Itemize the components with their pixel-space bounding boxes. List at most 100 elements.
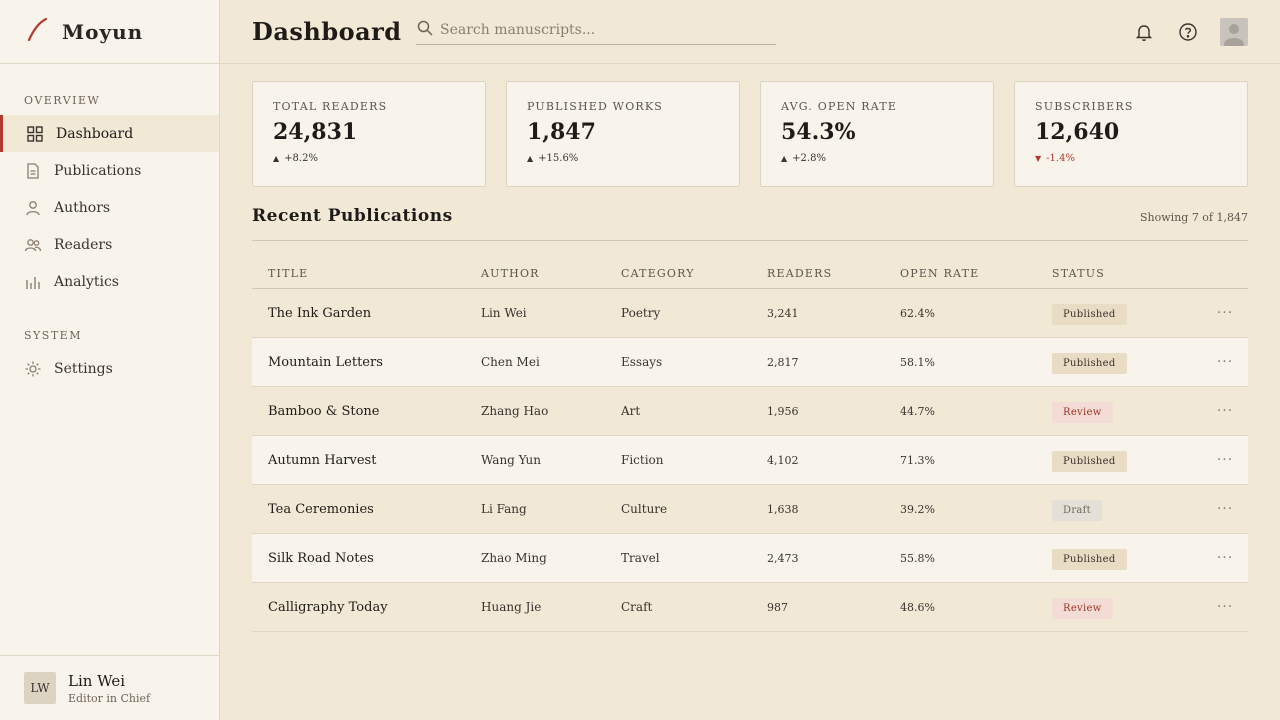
cell-category: Culture xyxy=(621,502,668,516)
status-badge: Draft xyxy=(1052,499,1102,521)
search-input[interactable] xyxy=(440,22,760,38)
publications-table: TITLE AUTHOR CATEGORY READERS OPEN RATE … xyxy=(252,258,1248,632)
column-header-category[interactable]: CATEGORY xyxy=(621,267,767,280)
sidebar-item-label: Analytics xyxy=(54,273,119,290)
column-header-author[interactable]: AUTHOR xyxy=(481,267,621,280)
trend-up-icon: ▲ xyxy=(527,154,534,163)
cell-category: Art xyxy=(621,404,641,418)
stat-value: 1,847 xyxy=(527,119,596,145)
nav-section-system: SYSTEM xyxy=(24,329,82,342)
stat-change: ▲ +8.2% xyxy=(273,153,318,164)
cell-category: Fiction xyxy=(621,453,664,467)
status-badge: Published xyxy=(1052,548,1127,570)
cell-open-rate: 71.3% xyxy=(900,453,935,467)
bar-chart-icon xyxy=(24,273,42,291)
stat-value: 24,831 xyxy=(273,119,358,145)
stat-card-subscribers: SUBSCRIBERS 12,640 ▼ -1.4% xyxy=(1014,81,1248,187)
status-badge: Published xyxy=(1052,450,1127,472)
cell-author: Chen Mei xyxy=(481,355,540,369)
help-icon[interactable] xyxy=(1177,21,1199,43)
page-title: Dashboard xyxy=(252,17,402,46)
sidebar-item-label: Settings xyxy=(54,360,113,377)
table-row[interactable]: Autumn Harvest Wang Yun Fiction 4,102 71.3% P… xyxy=(252,436,1248,485)
table-row[interactable]: Calligraphy Today Huang Jie Craft 987 48.6% R… xyxy=(252,583,1248,632)
cell-category: Travel xyxy=(621,551,660,565)
user-profile[interactable]: LW Lin Wei Editor in Chief xyxy=(0,655,219,720)
more-options-icon[interactable]: ··· xyxy=(1217,305,1233,321)
table-row[interactable]: Bamboo & Stone Zhang Hao Art 1,956 44.7% Revi… xyxy=(252,387,1248,436)
cell-readers: 1,638 xyxy=(767,502,799,516)
trend-up-icon: ▲ xyxy=(781,154,788,163)
more-options-icon[interactable]: ··· xyxy=(1217,452,1233,468)
cell-author: Li Fang xyxy=(481,502,527,516)
more-options-icon[interactable]: ··· xyxy=(1217,599,1233,615)
stat-value: 12,640 xyxy=(1035,119,1120,145)
status-badge: Published xyxy=(1052,352,1127,374)
cell-category: Poetry xyxy=(621,306,661,320)
cell-open-rate: 44.7% xyxy=(900,404,935,418)
table-row[interactable]: Tea Ceremonies Li Fang Culture 1,638 39.2% Dr… xyxy=(252,485,1248,534)
status-badge: Review xyxy=(1052,597,1113,619)
more-options-icon[interactable]: ··· xyxy=(1217,403,1233,419)
sidebar-item-publications[interactable]: Publications xyxy=(0,152,219,189)
column-header-title[interactable]: TITLE xyxy=(252,267,481,280)
search-bar xyxy=(416,16,776,45)
bell-icon[interactable] xyxy=(1133,21,1155,43)
avatar[interactable] xyxy=(1220,18,1248,46)
cell-title[interactable]: Tea Ceremonies xyxy=(252,502,481,517)
stat-label: TOTAL READERS xyxy=(273,100,388,113)
status-badge: Published xyxy=(1052,303,1127,325)
cell-title[interactable]: Bamboo & Stone xyxy=(252,404,481,419)
column-header-status[interactable]: STATUS xyxy=(1052,267,1202,280)
section-title: Recent Publications xyxy=(252,206,453,226)
cell-title[interactable]: Mountain Letters xyxy=(252,355,481,370)
avatar: LW xyxy=(24,672,56,704)
cell-title[interactable]: Autumn Harvest xyxy=(252,453,481,468)
cell-title[interactable]: Calligraphy Today xyxy=(252,600,481,615)
stat-change: ▲ +15.6% xyxy=(527,153,579,164)
cell-readers: 2,473 xyxy=(767,551,799,565)
cell-author: Lin Wei xyxy=(481,306,527,320)
column-header-open-rate[interactable]: OPEN RATE xyxy=(900,267,1052,280)
table-row[interactable]: Silk Road Notes Zhao Ming Travel 2,473 55.8%… xyxy=(252,534,1248,583)
user-role: Editor in Chief xyxy=(68,691,151,705)
sidebar-item-dashboard[interactable]: Dashboard xyxy=(0,115,219,152)
sidebar-item-label: Readers xyxy=(54,236,113,253)
trend-up-icon: ▲ xyxy=(273,154,280,163)
cell-category: Craft xyxy=(621,600,653,614)
grid-icon xyxy=(26,125,44,143)
cell-title[interactable]: The Ink Garden xyxy=(252,306,481,321)
trend-down-icon: ▼ xyxy=(1035,154,1042,163)
more-options-icon[interactable]: ··· xyxy=(1217,550,1233,566)
table-row[interactable]: Mountain Letters Chen Mei Essays 2,817 58.1%… xyxy=(252,338,1248,387)
divider xyxy=(252,240,1248,241)
stat-card-published-works: PUBLISHED WORKS 1,847 ▲ +15.6% xyxy=(506,81,740,187)
result-count: Showing 7 of 1,847 xyxy=(1140,211,1248,224)
stat-card-open-rate: AVG. OPEN RATE 54.3% ▲ +2.8% xyxy=(760,81,994,187)
cell-readers: 1,956 xyxy=(767,404,799,418)
more-options-icon[interactable]: ··· xyxy=(1217,501,1233,517)
table-row[interactable]: The Ink Garden Lin Wei Poetry 3,241 62.4% Pub… xyxy=(252,289,1248,338)
sidebar-item-analytics[interactable]: Analytics xyxy=(0,263,219,300)
sidebar-item-authors[interactable]: Authors xyxy=(0,189,219,226)
cell-category: Essays xyxy=(621,355,663,369)
brand[interactable]: Moyun xyxy=(0,0,219,64)
cell-readers: 4,102 xyxy=(767,453,799,467)
table-body: The Ink Garden Lin Wei Poetry 3,241 62.4% Pub… xyxy=(252,289,1248,632)
stat-change: ▲ +2.8% xyxy=(781,153,826,164)
nav-section-overview: OVERVIEW xyxy=(24,94,101,107)
sidebar-item-settings[interactable]: Settings xyxy=(0,350,219,387)
sidebar-item-label: Authors xyxy=(54,199,111,216)
cell-title[interactable]: Silk Road Notes xyxy=(252,551,481,566)
more-options-icon[interactable]: ··· xyxy=(1217,354,1233,370)
cell-author: Wang Yun xyxy=(481,453,542,467)
sidebar-item-label: Dashboard xyxy=(56,125,134,142)
cell-open-rate: 39.2% xyxy=(900,502,935,516)
sidebar-item-readers[interactable]: Readers xyxy=(0,226,219,263)
stat-value: 54.3% xyxy=(781,119,856,145)
column-header-readers[interactable]: READERS xyxy=(767,267,900,280)
brush-logo-icon xyxy=(26,17,50,47)
cell-open-rate: 48.6% xyxy=(900,600,935,614)
stat-label: PUBLISHED WORKS xyxy=(527,100,664,113)
cell-open-rate: 62.4% xyxy=(900,306,935,320)
